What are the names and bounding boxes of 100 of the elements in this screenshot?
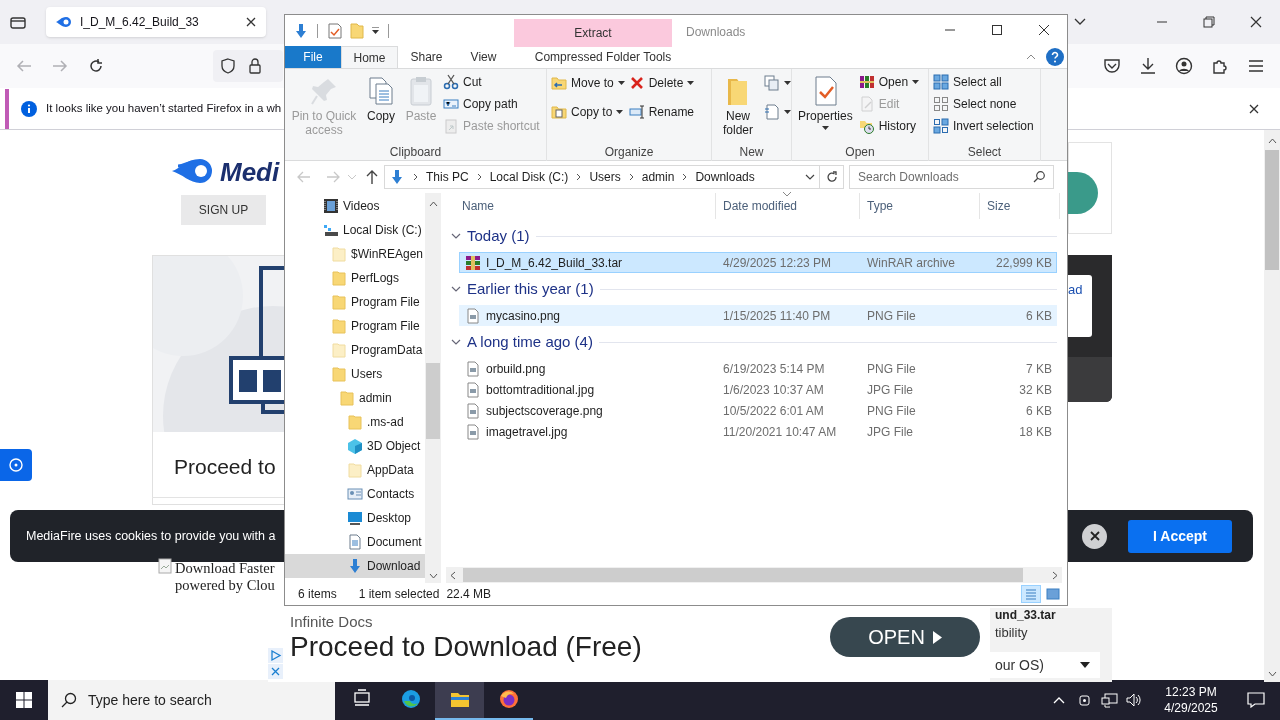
- address-field[interactable]: This PC Local Disk (C:) Users admin Downloads: [384, 165, 820, 189]
- scrollbar-thumb[interactable]: [463, 568, 1023, 582]
- ribbon-button[interactable]: Delete: [628, 72, 695, 94]
- ribbon-tab[interactable]: Share: [398, 46, 455, 68]
- side-button[interactable]: [0, 449, 32, 481]
- download-button[interactable]: ad: [1068, 275, 1092, 337]
- close-icon[interactable]: [1249, 103, 1259, 114]
- tree-item[interactable]: 3D Object: [285, 434, 425, 458]
- reload-icon[interactable]: [88, 58, 104, 74]
- tree-item[interactable]: Local Disk (C:): [285, 218, 425, 242]
- windows-start-icon[interactable]: [16, 692, 32, 708]
- tree-item[interactable]: .ms-ad: [285, 410, 425, 434]
- breadcrumb[interactable]: Downloads: [695, 168, 755, 186]
- column-header[interactable]: Name: [459, 193, 716, 219]
- collapse-ribbon-icon[interactable]: [1026, 54, 1036, 60]
- breadcrumb[interactable]: This PC: [426, 168, 469, 186]
- chevron-down-icon[interactable]: [451, 339, 461, 345]
- download-icon[interactable]: [1139, 57, 1157, 75]
- sort-caret-icon[interactable]: [783, 192, 791, 197]
- volume-icon[interactable]: [1125, 692, 1143, 708]
- tree-item[interactable]: Download: [285, 554, 425, 578]
- chevron-down-icon[interactable]: [805, 174, 815, 180]
- browser-tab[interactable]: I_D_M_6.42_Build_33: [46, 7, 266, 37]
- group-header[interactable]: Today (1): [467, 224, 530, 248]
- ribbon-button[interactable]: New folder: [716, 71, 760, 137]
- ad-choices-icon[interactable]: [268, 648, 283, 663]
- tree-item[interactable]: Desktop: [285, 506, 425, 530]
- ribbon-button[interactable]: Copy: [363, 71, 399, 123]
- ribbon-button[interactable]: Copy to: [551, 101, 625, 123]
- chevron-down-icon[interactable]: [451, 286, 461, 292]
- ribbon-tab[interactable]: Compressed Folder Tools: [524, 46, 682, 68]
- os-select[interactable]: our OS): [990, 652, 1100, 678]
- tree-item[interactable]: Program File: [285, 314, 425, 338]
- column-header[interactable]: Type: [860, 193, 980, 219]
- ribbon-button[interactable]: Copy path: [443, 93, 540, 115]
- breadcrumb[interactable]: Local Disk (C:): [489, 168, 569, 186]
- chevron-up-icon[interactable]: [1053, 696, 1065, 704]
- download-arrow-icon[interactable]: [293, 23, 309, 39]
- ribbon-tab[interactable]: File: [285, 46, 341, 68]
- dismiss-button[interactable]: [1082, 523, 1107, 549]
- ribbon-tab[interactable]: View: [455, 46, 512, 68]
- ribbon-button[interactable]: Open: [858, 71, 920, 93]
- ribbon-button[interactable]: Rename: [628, 101, 695, 123]
- open-button[interactable]: OPEN: [830, 617, 980, 657]
- tree-item[interactable]: Contacts: [285, 482, 425, 506]
- properties-icon[interactable]: [328, 23, 342, 39]
- tree-item[interactable]: PerfLogs: [285, 266, 425, 290]
- close-icon[interactable]: [1250, 16, 1262, 28]
- help-icon[interactable]: [1046, 48, 1064, 66]
- tree-item[interactable]: Users: [285, 362, 425, 386]
- up-icon[interactable]: [366, 170, 378, 184]
- scroll-up-icon[interactable]: [428, 201, 438, 207]
- scrollbar[interactable]: [1264, 130, 1280, 682]
- group-header[interactable]: A long time ago (4): [467, 330, 593, 354]
- ribbon-button[interactable]: Select all: [933, 71, 1034, 93]
- chevron-down-icon[interactable]: [451, 233, 461, 239]
- scrollbar[interactable]: [446, 567, 1062, 583]
- file-row[interactable]: I_D_M_6.42_Build_33.tar 4/29/2025 12:23 PM WinRAR archive 22,999 KB: [459, 252, 1057, 273]
- dropdown-caret-icon[interactable]: [371, 27, 380, 35]
- account-icon[interactable]: [1175, 57, 1193, 75]
- file-row[interactable]: subjectscoverage.png 10/5/2022 6:01 AM PNG File 6 KB: [459, 400, 1057, 421]
- scrollbar[interactable]: [425, 193, 441, 583]
- clock[interactable]: 12:23 PM 4/29/2025: [1151, 680, 1231, 720]
- scroll-down-icon[interactable]: [1267, 671, 1277, 677]
- file-row[interactable]: bottomtraditional.jpg 1/6/2023 10:37 AM JPG File 32 KB: [459, 379, 1057, 400]
- tree-item[interactable]: Document: [285, 530, 425, 554]
- file-row[interactable]: imagetravel.jpg 11/20/2021 10:47 AM JPG File 18 KB: [459, 421, 1057, 442]
- breadcrumb[interactable]: admin: [641, 168, 675, 186]
- menu-icon[interactable]: [1247, 57, 1265, 75]
- tree-item[interactable]: ProgramData: [285, 338, 425, 362]
- ribbon-button[interactable]: [764, 101, 791, 123]
- ribbon-button[interactable]: Cut: [443, 71, 540, 93]
- tree-item[interactable]: AppData: [285, 458, 425, 482]
- scrollbar-thumb[interactable]: [1265, 150, 1279, 270]
- ribbon-button[interactable]: History: [858, 115, 920, 137]
- scrollbar-thumb[interactable]: [426, 363, 440, 439]
- chevron-down-icon[interactable]: [1074, 18, 1086, 26]
- refresh-button[interactable]: [820, 165, 844, 189]
- tree-item[interactable]: $WinREAgen: [285, 242, 425, 266]
- breadcrumb[interactable]: Users: [589, 168, 621, 186]
- sign-up-button[interactable]: SIGN UP: [181, 195, 266, 225]
- search-field[interactable]: Search Downloads: [849, 165, 1054, 189]
- notification-icon[interactable]: [1247, 692, 1265, 708]
- meet-icon[interactable]: [1078, 692, 1092, 708]
- search-field[interactable]: Type here to search: [48, 680, 335, 720]
- scroll-right-icon[interactable]: [1052, 570, 1058, 580]
- column-header[interactable]: Date modified: [716, 193, 860, 219]
- column-header[interactable]: Size: [980, 193, 1060, 219]
- tree-item[interactable]: Program File: [285, 290, 425, 314]
- scroll-left-icon[interactable]: [450, 570, 456, 580]
- view-mode-button[interactable]: [1043, 585, 1063, 603]
- accept-button[interactable]: I Accept: [1128, 519, 1232, 553]
- file-row[interactable]: orbuild.png 6/19/2023 5:14 PM PNG File 7 KB: [459, 358, 1057, 379]
- tree-item[interactable]: admin: [285, 386, 425, 410]
- group-header[interactable]: Earlier this year (1): [467, 277, 594, 301]
- close-icon[interactable]: [246, 17, 256, 27]
- ribbon-button[interactable]: Invert selection: [933, 115, 1034, 137]
- ribbon-tab[interactable]: Home: [341, 46, 398, 68]
- restore-icon[interactable]: [1203, 16, 1215, 28]
- tree-item[interactable]: Videos: [285, 194, 425, 218]
